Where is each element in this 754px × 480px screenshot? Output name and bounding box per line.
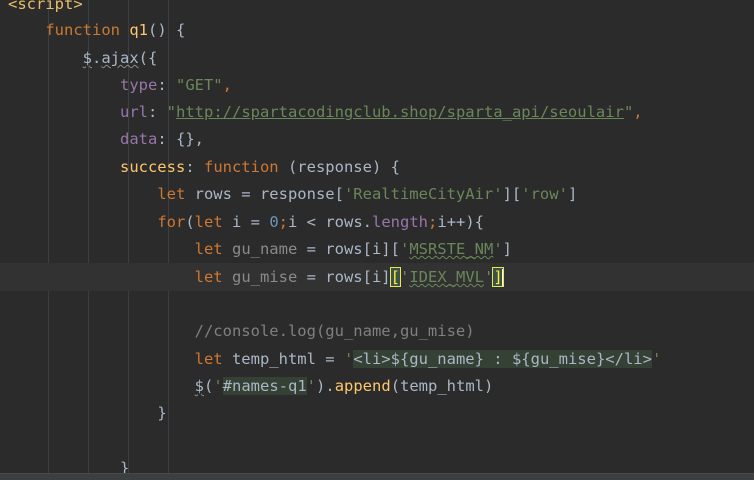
object-literal: {}, <box>175 130 204 148</box>
string: ' <box>399 240 410 258</box>
punctuation: ({ <box>138 49 158 67</box>
text-caret <box>501 268 504 287</box>
parameters: (response) { <box>278 158 400 176</box>
punctuation: ( <box>185 213 195 231</box>
string: ' <box>343 350 354 368</box>
identifier: rows = response[ <box>185 185 344 203</box>
identifier: i++){ <box>437 213 485 231</box>
identifier: $ <box>82 49 92 67</box>
code-line[interactable]: //console.log(gu_name,gu_mise) <box>0 317 754 345</box>
selector-string: #names-q1 <box>222 377 307 395</box>
comment: //console.log(gu_name,gu_mise) <box>194 322 475 340</box>
code-line[interactable]: for(let i = 0;i < rows.length;i++){ <box>0 208 754 236</box>
number: 0 <box>269 213 279 231</box>
string: MSRSTE_NM <box>409 240 494 258</box>
punctuation: , <box>222 76 232 94</box>
identifier: ajax <box>101 49 139 67</box>
code-line[interactable]: $.ajax({ <box>0 44 754 72</box>
keyword: let <box>194 213 223 231</box>
keyword: let <box>194 350 223 368</box>
string: 'RealtimeCityAir' <box>343 185 503 203</box>
string: 'row' <box>521 185 568 203</box>
punctuation: ][ <box>502 185 522 203</box>
identifier: gu_mise <box>231 268 298 286</box>
code-line[interactable]: function q1() { <box>0 16 754 44</box>
keyword: function <box>45 21 120 39</box>
identifier: gu_name <box>231 240 298 258</box>
code-line[interactable]: type: "GET", <box>0 71 754 99</box>
html-tag: </li> <box>605 350 652 368</box>
punctuation: : <box>147 103 167 121</box>
property: length <box>372 213 429 231</box>
html-tag: <li> <box>353 350 391 368</box>
method-name: append <box>334 377 391 395</box>
arguments: (temp_html) <box>390 377 494 395</box>
identifier: i = <box>222 213 270 231</box>
horizontal-scrollbar[interactable] <box>0 473 754 480</box>
punctuation: ; <box>278 213 289 231</box>
keyword: let <box>157 185 186 203</box>
template-string: ${gu_name} : ${gu_mise} <box>390 350 606 368</box>
string: ' <box>651 350 662 368</box>
property: type <box>119 76 158 94</box>
string: ' <box>493 240 503 258</box>
property: data <box>119 130 158 148</box>
punctuation: : <box>185 158 204 176</box>
identifier: $ <box>194 377 204 395</box>
punctuation: , <box>633 103 643 121</box>
identifier: = rows[i][ <box>297 240 400 258</box>
punctuation: ). <box>316 377 335 395</box>
string: "GET" <box>175 76 223 94</box>
string: ' <box>213 377 223 395</box>
string: " <box>623 103 634 121</box>
code-line[interactable]: $('#names-q1').append(temp_html) <box>0 372 754 400</box>
identifier: = rows[i] <box>297 268 391 286</box>
keyword: let <box>194 268 223 286</box>
punctuation: : <box>157 76 176 94</box>
string: " <box>166 103 176 121</box>
code-line[interactable]: let gu_name = rows[i]['MSRSTE_NM'] <box>0 235 754 263</box>
punctuation: () { <box>148 21 186 39</box>
punctuation: . <box>92 49 102 67</box>
code-editor[interactable]: <script> function q1() { $.ajax({ type: … <box>0 0 754 480</box>
code-line[interactable]: let temp_html = '<li>${gu_name} : ${gu_m… <box>0 345 754 373</box>
code-line[interactable]: let rows = response['RealtimeCityAir']['… <box>0 180 754 208</box>
code-line-current[interactable]: let gu_mise = rows[i]['IDEX_MVL'] <box>0 263 754 291</box>
script-tag: <script> <box>8 0 83 13</box>
punctuation: ] <box>502 240 512 258</box>
punctuation: ( <box>203 377 214 395</box>
identifier: temp_html = <box>222 350 344 368</box>
matched-bracket: [ <box>389 267 402 287</box>
code-line[interactable]: data: {}, <box>0 125 754 153</box>
function-name: q1 <box>129 21 148 39</box>
keyword: for <box>157 213 186 231</box>
url-link[interactable]: http://spartacodingclub.shop/sparta_api/… <box>176 103 624 121</box>
brace: } <box>157 404 167 422</box>
string: ' <box>399 268 410 286</box>
code-line[interactable]: } <box>0 399 754 427</box>
punctuation: ; <box>428 213 438 231</box>
keyword: function <box>203 158 279 176</box>
punctuation: ] <box>567 185 578 203</box>
string: IDEX_MVL <box>409 268 484 286</box>
code-line[interactable]: success: function (response) { <box>0 153 754 181</box>
property: url <box>119 103 148 121</box>
keyword: let <box>194 240 223 258</box>
punctuation: : <box>157 130 176 148</box>
identifier: i < rows. <box>288 213 373 231</box>
string: ' <box>306 377 317 395</box>
string: ' <box>483 268 494 286</box>
code-line[interactable]: url: "http://spartacodingclub.shop/spart… <box>0 98 754 126</box>
property: success <box>119 158 186 176</box>
